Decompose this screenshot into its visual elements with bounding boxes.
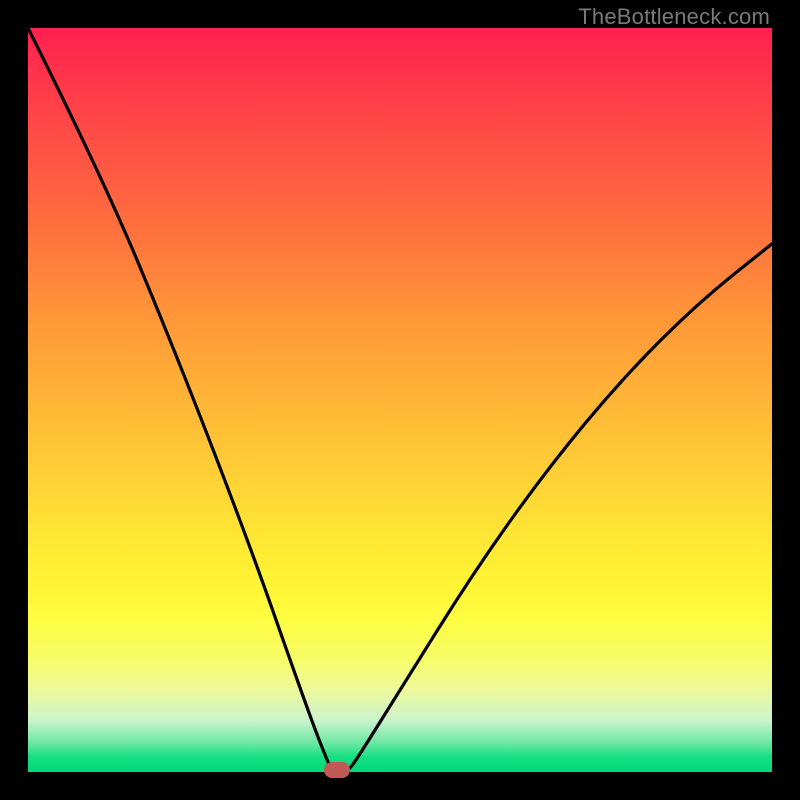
plot-area [28,28,772,772]
optimal-marker [324,762,350,778]
curve-path [28,28,772,772]
bottleneck-curve [28,28,772,772]
watermark-text: TheBottleneck.com [578,4,770,30]
chart-frame: TheBottleneck.com [0,0,800,800]
